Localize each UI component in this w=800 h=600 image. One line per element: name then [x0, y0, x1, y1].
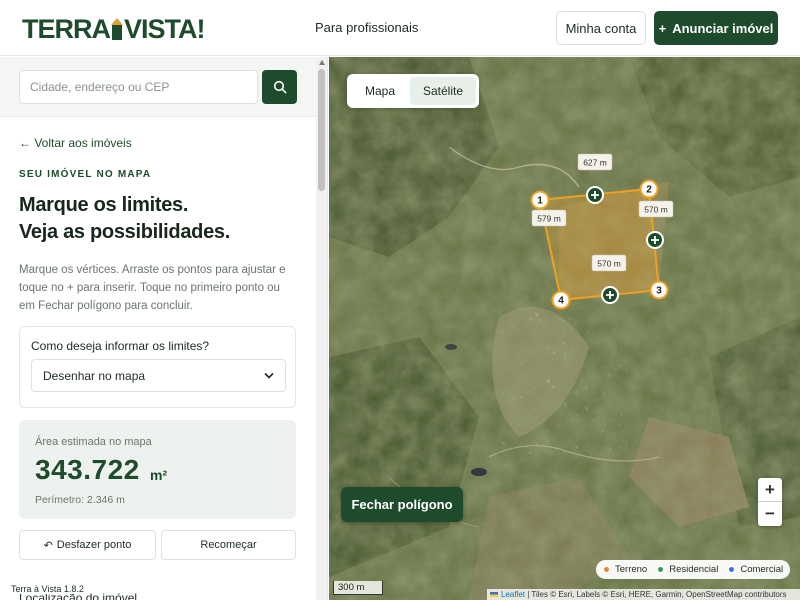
logo-house-icon: [111, 18, 123, 40]
search-icon: [273, 80, 286, 94]
legend-label: Terreno: [615, 564, 648, 575]
zoom-in-button[interactable]: +: [758, 478, 782, 502]
search-bar: Cidade, endereço ou CEP: [0, 57, 316, 117]
flag-icon: [490, 592, 498, 597]
midpoint-add-handle-2[interactable]: [646, 231, 664, 249]
map-layer-toggle: Mapa Satélite: [347, 74, 479, 108]
vertex-1-label: 1: [537, 196, 543, 207]
edge-label-3-text: 570 m: [597, 259, 621, 269]
map-view[interactable]: 627 m 570 m 570 m 579 m 1 2 3 4 Mapa Sat…: [329, 57, 800, 600]
announce-label: Anunciar imóvel: [672, 20, 774, 36]
area-estimate-label: Área estimada no mapa: [35, 436, 152, 448]
vertex-3[interactable]: 3: [649, 280, 669, 300]
section-eyebrow: SEU IMÓVEL NO MAPA: [19, 169, 152, 180]
edge-label-2-text: 570 m: [644, 205, 668, 215]
logo-text-right: VISTA!: [124, 14, 205, 44]
version-label: Terra à Vista 1.8.2: [8, 584, 87, 594]
map-scale: 300 m: [333, 581, 383, 595]
nav-professionals-link[interactable]: Para profissionais: [315, 20, 418, 35]
title-line-2: Veja as possibilidades.: [19, 221, 230, 243]
title-line-1: Marque os limites.: [19, 194, 189, 216]
back-to-properties-link[interactable]: ← Voltar aos imóveis: [19, 136, 132, 150]
edge-label-2: 570 m: [638, 200, 674, 218]
vertex-2-label: 2: [646, 185, 652, 196]
legend-label: Comercial: [740, 564, 784, 575]
restart-button[interactable]: Recomeçar: [161, 530, 296, 560]
announce-property-button[interactable]: + Anunciar imóvel: [654, 11, 778, 45]
legend-dot-icon: [728, 566, 736, 573]
limits-method-card: Como deseja informar os limites? Desenha…: [19, 326, 296, 408]
page-title: Marque os limites. Veja as possibilidade…: [19, 192, 230, 246]
instructions-text: Marque os vértices. Arraste os pontos pa…: [19, 264, 286, 312]
logo[interactable]: TERRA VISTA!: [22, 14, 205, 44]
attribution-text: | Tiles © Esri, Labels © Esri, HERE, Gar…: [525, 590, 787, 599]
scroll-up-arrow-icon[interactable]: [319, 60, 325, 65]
vertex-4[interactable]: 4: [551, 290, 571, 310]
undo-icon: ↶: [43, 539, 53, 552]
top-header: TERRA VISTA! Para profissionais Minha con…: [0, 0, 800, 56]
map-legend: Terreno Residencial Comercial: [596, 560, 791, 579]
search-input[interactable]: Cidade, endereço ou CEP: [19, 70, 258, 104]
legend-item-residential: Residencial: [657, 564, 718, 575]
zoom-out-button[interactable]: −: [758, 502, 782, 526]
close-polygon-button[interactable]: Fechar polígono: [341, 487, 463, 522]
sidebar: Cidade, endereço ou CEP ← Voltar aos imó…: [0, 57, 328, 600]
legend-item-terrain: Terreno: [603, 564, 647, 575]
vertex-1[interactable]: 1: [530, 190, 550, 210]
limits-method-label: Como deseja informar os limites?: [31, 339, 210, 353]
vertex-3-label: 3: [656, 286, 662, 297]
legend-dot-icon: [603, 566, 610, 573]
plus-icon: +: [658, 20, 667, 36]
edge-label-4-text: 579 m: [537, 214, 561, 224]
area-estimate-card: Área estimada no mapa 343.722 m² Perímet…: [19, 420, 296, 519]
edge-label-3: 570 m: [591, 254, 627, 272]
edge-label-1-text: 627 m: [583, 158, 607, 168]
area-unit: m²: [150, 467, 168, 483]
legend-dot-icon: [657, 566, 665, 573]
layer-map-button[interactable]: Mapa: [350, 77, 410, 105]
undo-point-button[interactable]: ↶ Desfazer ponto: [19, 530, 156, 560]
area-value: 343.722: [35, 454, 140, 485]
chevron-down-icon: [264, 372, 274, 379]
vertex-2[interactable]: 2: [639, 179, 659, 199]
limits-method-select[interactable]: Desenhar no mapa: [31, 359, 286, 392]
leaflet-link[interactable]: Leaflet: [501, 590, 525, 599]
search-button[interactable]: [262, 70, 297, 104]
edge-label-1: 627 m: [577, 153, 613, 171]
undo-label: Desfazer ponto: [56, 539, 132, 551]
edge-label-4: 579 m: [531, 209, 567, 227]
sidebar-scrollbar[interactable]: [316, 57, 327, 600]
legend-item-commercial: Comercial: [728, 564, 783, 575]
zoom-control: + −: [758, 478, 782, 526]
map-attribution: Leaflet | Tiles © Esri, Labels © Esri, H…: [487, 589, 800, 600]
my-account-button[interactable]: Minha conta: [556, 11, 646, 45]
logo-text-left: TERRA: [22, 14, 111, 44]
layer-satellite-button[interactable]: Satélite: [410, 77, 476, 105]
legend-label: Residencial: [669, 564, 719, 575]
search-placeholder: Cidade, endereço ou CEP: [30, 80, 170, 94]
midpoint-add-handle-3[interactable]: [601, 286, 619, 304]
limits-method-value: Desenhar no mapa: [43, 368, 146, 383]
perimeter-value: Perímetro: 2.346 m: [35, 494, 125, 506]
vertex-4-label: 4: [558, 296, 564, 307]
midpoint-add-handle-1[interactable]: [586, 186, 604, 204]
scroll-thumb[interactable]: [318, 69, 325, 191]
